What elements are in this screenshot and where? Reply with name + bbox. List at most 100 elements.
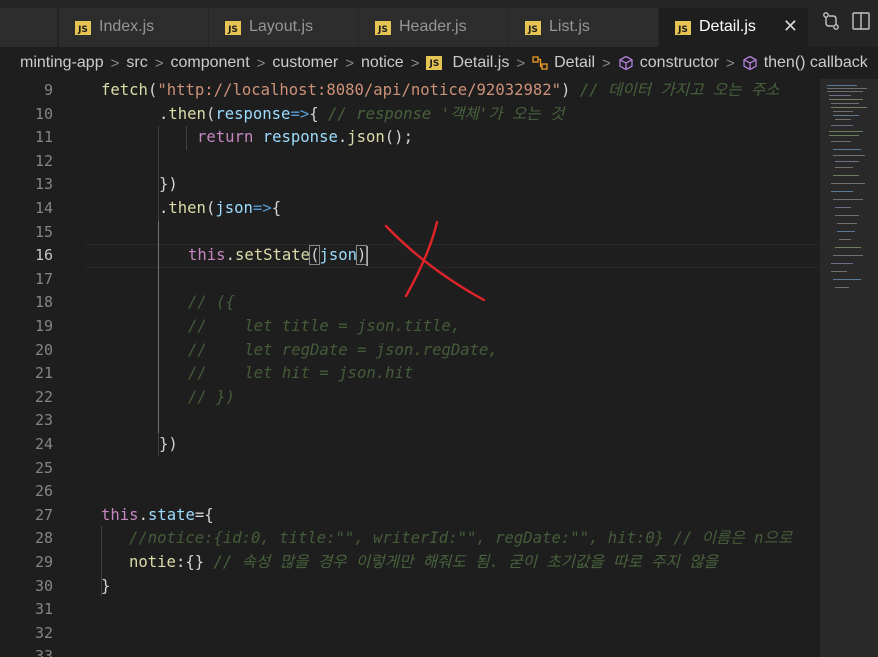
tab-index-js[interactable]: JS Index.js: [59, 8, 209, 47]
line-number: 15: [34, 222, 53, 241]
code-token: json: [319, 246, 358, 265]
code-comment: // 속성 많을 경우 이렇게만 해줘도 됨. 굳이 초기값을 따로 주지 않을: [204, 553, 718, 571]
line-number: 24: [34, 435, 53, 453]
code-line: .then(response=>{ // response '객체'가 오는 것: [159, 103, 564, 127]
line-number: 10: [34, 104, 53, 123]
code-token: this: [101, 505, 139, 524]
code-token: {: [271, 199, 282, 217]
breadcrumb-item[interactable]: Detail.js: [452, 54, 509, 72]
breadcrumb-item[interactable]: constructor: [640, 54, 719, 72]
code-line: }): [159, 173, 178, 197]
breadcrumb-item[interactable]: then() callback: [764, 54, 868, 72]
breadcrumb-separator: >: [345, 54, 354, 72]
split-editor-icon[interactable]: [850, 10, 872, 32]
line-number: 22: [34, 387, 53, 406]
code-line: this.state={: [101, 504, 214, 528]
code-token: =>: [290, 104, 310, 123]
editor-actions: [814, 10, 878, 40]
code-token: (: [147, 81, 158, 99]
line-number-gutter: 9 10 11 12 13 14 15 16 17 18 19 20 21 22…: [0, 79, 70, 657]
breadcrumb-item[interactable]: src: [126, 54, 147, 72]
code-token: (: [205, 104, 216, 123]
javascript-file-icon: JS: [225, 21, 241, 35]
code-lines[interactable]: fetch("http://localhost:8080/api/notice/…: [101, 79, 820, 657]
code-token: state: [147, 505, 195, 524]
line-number: 11: [34, 128, 53, 147]
code-token: .: [337, 128, 348, 147]
code-token: }): [159, 175, 178, 194]
breadcrumb-item[interactable]: customer: [272, 54, 338, 72]
code-comment: //notice:{id:0, title:"", writerId:"", r…: [129, 529, 793, 548]
code-token: response: [262, 128, 338, 147]
text-cursor: [366, 245, 369, 266]
breadcrumb: minting-app > src > component > customer…: [0, 47, 878, 79]
code-token: .: [138, 505, 148, 524]
tab-detail-js[interactable]: JS Detail.js ✕: [659, 8, 809, 47]
line-number: 27: [34, 505, 53, 524]
line-number: 21: [34, 364, 53, 383]
class-symbol-icon: [532, 55, 548, 71]
tab-layout-js[interactable]: JS Layout.js: [209, 8, 359, 47]
breadcrumb-item[interactable]: Detail: [554, 54, 595, 72]
tab-header-js[interactable]: JS Header.js: [359, 8, 509, 47]
minimap-viewport-slider[interactable]: [821, 79, 878, 657]
breadcrumb-separator: >: [725, 54, 735, 72]
line-number: 30: [34, 576, 53, 595]
breadcrumb-separator: >: [516, 54, 526, 72]
tab-label: List.js: [549, 18, 590, 35]
line-number: 17: [34, 269, 53, 288]
breadcrumb-separator: >: [110, 54, 120, 72]
code-token: =: [194, 505, 205, 524]
code-token: then: [168, 199, 206, 217]
line-number: 31: [34, 600, 53, 619]
tab-list-js[interactable]: JS List.js: [509, 8, 659, 47]
code-comment: // 데이터 가지고 오는 주소: [570, 81, 780, 99]
line-number: 12: [34, 151, 53, 170]
minimap[interactable]: [820, 79, 878, 657]
line-number: 13: [34, 175, 53, 194]
breadcrumb-separator: >: [410, 54, 420, 72]
open-changes-icon[interactable]: [820, 10, 842, 32]
method-symbol-icon: [742, 55, 758, 71]
tab-label: Header.js: [399, 18, 467, 35]
code-line: }): [159, 433, 178, 457]
code-line: }: [101, 575, 110, 599]
breadcrumb-item[interactable]: component: [170, 54, 249, 72]
breadcrumb-item[interactable]: minting-app: [20, 54, 104, 72]
javascript-file-icon: JS: [75, 21, 91, 35]
code-token: setState: [234, 246, 311, 265]
code-line-current: this.setState(json): [188, 244, 369, 268]
line-number: 18: [34, 293, 53, 312]
code-comment: // let title = json.title,: [188, 317, 461, 335]
line-number: 9: [43, 81, 53, 99]
code-token: this: [188, 246, 226, 265]
code-comment: // let regDate = json.regDate,: [188, 340, 498, 359]
line-number: 26: [34, 482, 53, 501]
line-number: 23: [34, 411, 53, 430]
code-comment: // let hit = json.hit: [188, 364, 414, 383]
code-token: json: [215, 199, 253, 217]
tab-overflow[interactable]: [0, 8, 58, 47]
line-number-current: 16: [34, 246, 53, 265]
javascript-file-icon: JS: [426, 56, 443, 70]
line-number: 33: [34, 647, 53, 657]
code-line: return response.json();: [197, 126, 413, 150]
tab-label: Detail.js: [699, 18, 756, 35]
line-number: 19: [34, 317, 53, 335]
code-comment: // response '객체'가 오는 것: [318, 104, 565, 123]
javascript-file-icon: JS: [525, 21, 541, 35]
red-x-annotation: [384, 220, 486, 302]
code-token: }): [159, 435, 178, 453]
close-tab-icon[interactable]: ✕: [783, 16, 798, 37]
editor-tab-bar: JS Index.js JS Layout.js JS Header.js JS…: [0, 0, 878, 47]
breadcrumb-item[interactable]: notice: [361, 54, 404, 72]
code-token: json: [347, 128, 385, 147]
code-token: ();: [384, 128, 413, 147]
code-line: fetch("http://localhost:8080/api/notice/…: [101, 79, 780, 103]
code-editor[interactable]: 9 10 11 12 13 14 15 16 17 18 19 20 21 22…: [0, 79, 820, 657]
code-token: {: [204, 505, 214, 524]
code-token: :{}: [175, 553, 205, 571]
breadcrumb-separator: >: [154, 54, 164, 72]
code-comment: // ({: [188, 293, 235, 312]
code-token: .: [225, 246, 235, 265]
